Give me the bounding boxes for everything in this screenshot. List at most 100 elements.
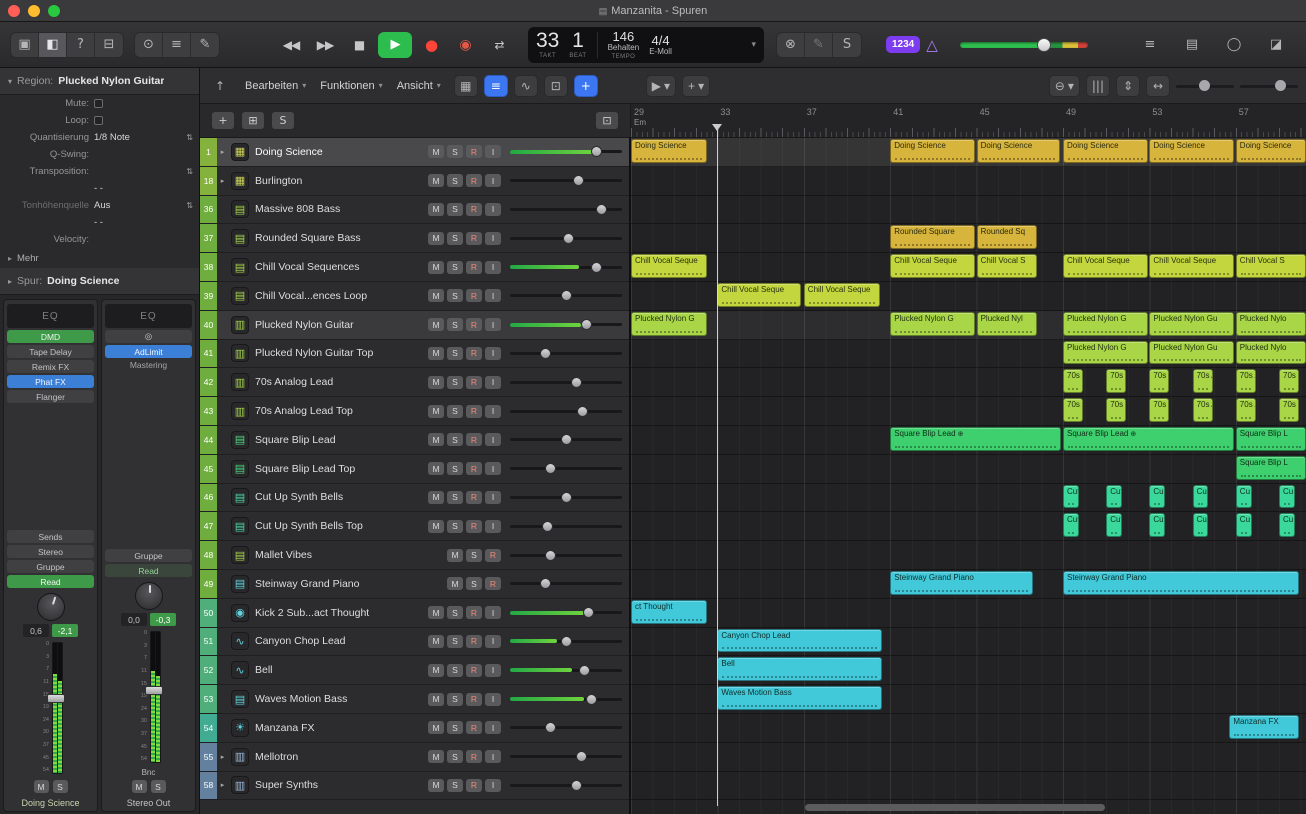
track-volume-slider[interactable] xyxy=(510,145,622,158)
replace-pencil-button[interactable]: ✎ xyxy=(805,33,833,57)
track-m-button[interactable]: M xyxy=(447,577,463,590)
bar-ruler[interactable]: 2933374145495357 Em xyxy=(631,104,1306,137)
send-slot[interactable]: Stereo xyxy=(7,545,94,558)
track-row[interactable]: 55▸▥MellotronMSRI xyxy=(200,743,629,772)
track-s-button[interactable]: S xyxy=(447,318,463,331)
horizontal-scrollbar[interactable] xyxy=(805,804,1105,811)
strip-mute-button[interactable]: M xyxy=(132,780,147,793)
region[interactable]: Plucked Nylon G xyxy=(631,312,707,336)
track-volume-slider[interactable] xyxy=(510,520,622,533)
track-i-button[interactable]: I xyxy=(485,433,501,446)
slider-knob[interactable] xyxy=(571,780,582,791)
track-volume-slider[interactable] xyxy=(510,693,622,706)
audio-fx-slot[interactable]: Phat FX xyxy=(7,375,94,388)
slider-knob[interactable] xyxy=(581,319,592,330)
track-row[interactable]: 58▸▥Super SynthsMSRI xyxy=(200,772,629,801)
editors-pencil-button[interactable]: ✎ xyxy=(191,33,219,57)
track-s-button[interactable]: S xyxy=(447,145,463,158)
track-r-button[interactable]: R xyxy=(466,779,482,792)
track-row[interactable]: 48▤Mallet VibesMSR xyxy=(200,541,629,570)
track-row[interactable]: 18▸▦BurlingtonMSRI xyxy=(200,167,629,196)
track-r-button[interactable]: R xyxy=(466,750,482,763)
command-tool-menu[interactable]: +▾ xyxy=(682,75,710,97)
region[interactable]: Plucked Nylon G xyxy=(1063,341,1148,365)
duplicate-track-button[interactable]: ⊞ xyxy=(242,112,264,129)
region[interactable]: 70s Ana xyxy=(1063,398,1083,422)
track-i-button[interactable]: I xyxy=(485,174,501,187)
rows-view-button[interactable]: ≡ xyxy=(484,75,508,97)
track-r-button[interactable]: R xyxy=(466,174,482,187)
slider-knob[interactable] xyxy=(563,233,574,244)
automation-mode-button[interactable]: Read xyxy=(7,575,94,588)
audio-fx-slot[interactable]: Tape Delay xyxy=(7,345,94,358)
track-volume-slider[interactable] xyxy=(510,635,622,648)
track-row[interactable]: 39▤Chill Vocal...ences LoopMSRI xyxy=(200,282,629,311)
track-number[interactable]: 48 xyxy=(200,541,217,569)
region[interactable]: Square Blip L xyxy=(1236,427,1306,451)
share-icon[interactable]: ◪ xyxy=(1262,33,1290,57)
track-i-button[interactable]: I xyxy=(485,750,501,763)
eq-display[interactable]: EQ xyxy=(105,304,192,328)
track-row[interactable]: 45▤Square Blip Lead TopMSRI xyxy=(200,455,629,484)
mixer-button[interactable]: ≡ xyxy=(163,33,191,57)
slider-knob[interactable] xyxy=(586,694,597,705)
track-r-button[interactable]: R xyxy=(466,462,482,475)
region[interactable]: Waves Motion Bass xyxy=(717,686,882,710)
region[interactable]: Manzana FX xyxy=(1229,715,1299,739)
track-volume-slider[interactable] xyxy=(510,606,622,619)
track-number[interactable]: 37 xyxy=(200,224,217,252)
track-volume-slider[interactable] xyxy=(510,549,622,562)
vertical-zoom-button[interactable]: ⇕ xyxy=(1116,75,1140,97)
region[interactable]: Doing Science xyxy=(1149,139,1234,163)
track-i-button[interactable]: I xyxy=(485,462,501,475)
track-s-button[interactable]: S xyxy=(447,721,463,734)
region[interactable]: Plucked Nyl xyxy=(977,312,1037,336)
close-button[interactable] xyxy=(8,5,20,17)
slider-knob[interactable] xyxy=(591,146,602,157)
track-r-button[interactable]: R xyxy=(466,606,482,619)
region[interactable]: 70s Ana xyxy=(1106,398,1126,422)
track-i-button[interactable]: I xyxy=(485,203,501,216)
grid-view-button[interactable]: ▦ xyxy=(454,75,478,97)
track-i-button[interactable]: I xyxy=(485,664,501,677)
track-m-button[interactable]: M xyxy=(428,318,444,331)
region[interactable]: Bell xyxy=(717,657,882,681)
horizontal-zoom-button[interactable]: ↔ xyxy=(1146,75,1170,97)
track-r-button[interactable]: R xyxy=(466,289,482,302)
region[interactable]: Rounded Sq xyxy=(977,225,1037,249)
region[interactable]: 70s Ana xyxy=(1193,398,1213,422)
lcd-chevron-icon[interactable]: ▾ xyxy=(751,39,756,50)
smart-controls-button[interactable]: ⊙ xyxy=(135,33,163,57)
track-volume-slider[interactable] xyxy=(510,232,622,245)
track-number[interactable]: 46 xyxy=(200,484,217,512)
track-m-button[interactable]: M xyxy=(428,289,444,302)
track-row[interactable]: 40▥Plucked Nylon GuitarMSRI xyxy=(200,311,629,340)
track-number[interactable]: 43 xyxy=(200,397,217,425)
track-r-button[interactable]: R xyxy=(466,721,482,734)
checkbox[interactable] xyxy=(94,99,103,108)
region[interactable]: 70s xyxy=(1279,398,1299,422)
arrange-area[interactable]: Doing ScienceDoing ScienceDoing ScienceD… xyxy=(631,138,1306,814)
sends-header[interactable]: Sends xyxy=(7,530,94,543)
menu-ansicht[interactable]: Ansicht▾ xyxy=(390,75,448,97)
play-button[interactable]: ▶ xyxy=(378,32,412,58)
slider-knob[interactable] xyxy=(545,722,556,733)
track-row[interactable]: 52∿BellMSRI xyxy=(200,656,629,685)
fader-handle[interactable] xyxy=(47,694,65,703)
track-volume-slider[interactable] xyxy=(510,577,622,590)
track-s-button[interactable]: S xyxy=(447,693,463,706)
region[interactable]: 70s Ana xyxy=(1106,369,1126,393)
track-row[interactable]: 51∿Canyon Chop LeadMSRI xyxy=(200,628,629,657)
track-r-button[interactable]: R xyxy=(466,261,482,274)
region[interactable]: Chill Vocal S xyxy=(977,254,1037,278)
region[interactable]: Canyon Chop Lead xyxy=(717,629,882,653)
track-m-button[interactable]: M xyxy=(428,635,444,648)
track-volume-slider[interactable] xyxy=(510,376,622,389)
track-row[interactable]: 46▤Cut Up Synth BellsMSRI xyxy=(200,484,629,513)
track-volume-slider[interactable] xyxy=(510,433,622,446)
region[interactable]: Chill Vocal Seque xyxy=(631,254,707,278)
track-m-button[interactable]: M xyxy=(428,405,444,418)
region[interactable]: Cu xyxy=(1279,485,1295,509)
region[interactable]: Doing Science xyxy=(631,139,707,163)
track-m-button[interactable]: M xyxy=(428,261,444,274)
